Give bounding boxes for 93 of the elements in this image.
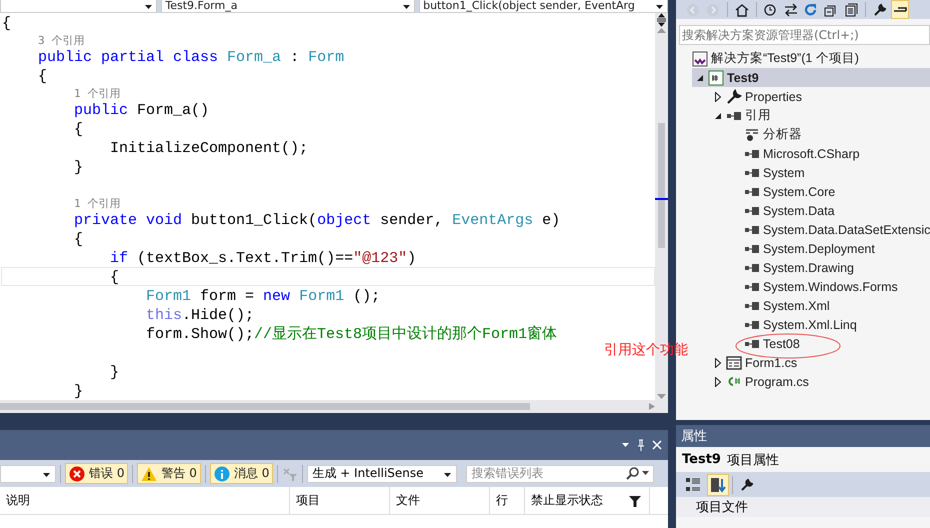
reference-count[interactable]: 1 个引用 bbox=[1, 85, 655, 100]
dropdown-icon[interactable] bbox=[621, 442, 630, 448]
collapse-icon bbox=[824, 2, 838, 16]
panel-title: 属性 bbox=[676, 425, 930, 447]
search-field[interactable]: 搜索解决方案资源管理器(Ctrl+;) bbox=[679, 25, 930, 45]
column-header[interactable]: 项目 bbox=[296, 492, 320, 509]
tree-item[interactable]: Program.cs bbox=[710, 372, 930, 391]
reference-count[interactable]: 3 个引用 bbox=[1, 32, 655, 47]
tree-item[interactable]: Properties bbox=[710, 87, 930, 106]
tree-item[interactable]: System.Drawing bbox=[728, 258, 930, 277]
wrench-icon bbox=[726, 88, 742, 104]
tree-item[interactable]: 解决方案“Test9”(1 个项目) bbox=[676, 49, 930, 68]
tree-item[interactable]: System.Data bbox=[728, 201, 930, 220]
collapsed-arrow-icon[interactable] bbox=[715, 92, 721, 102]
expanded-arrow-icon[interactable] bbox=[696, 74, 704, 82]
caret-icon bbox=[144, 2, 154, 10]
sync-arrows-icon bbox=[784, 2, 798, 16]
code-line: Form1 form = new Form1 (); bbox=[145, 287, 382, 305]
categorized-icon bbox=[685, 476, 701, 492]
object-name: Test9 bbox=[682, 452, 721, 467]
tree-item[interactable]: Test08 bbox=[728, 334, 930, 353]
form-icon bbox=[726, 354, 742, 370]
pages-icon bbox=[844, 2, 858, 16]
tree-item[interactable]: 分析器 bbox=[728, 125, 930, 144]
home-icon bbox=[735, 2, 749, 16]
back-icon bbox=[686, 2, 700, 16]
analyzer-icon bbox=[744, 126, 760, 142]
code-line: } bbox=[109, 363, 120, 381]
tree-item[interactable]: Form1.cs bbox=[710, 353, 930, 372]
code-line: { bbox=[73, 230, 84, 248]
column-header[interactable]: 禁止显示状态 bbox=[531, 492, 603, 509]
tree-item[interactable]: System.Deployment bbox=[728, 239, 930, 258]
tree-item[interactable]: System.Windows.Forms bbox=[728, 277, 930, 296]
tree-item[interactable]: Microsoft.CSharp bbox=[728, 144, 930, 163]
code-line: private void button1_Click(object sender, EventArgs e) bbox=[73, 211, 562, 229]
info-icon bbox=[214, 466, 230, 482]
filter-toggle[interactable]: 警告 0 bbox=[137, 463, 201, 484]
expanded-arrow-icon[interactable] bbox=[714, 112, 722, 120]
tree-item[interactable]: System.Data.DataSetExtensic bbox=[728, 220, 930, 239]
code-line: { bbox=[1, 14, 12, 32]
tree-item[interactable]: Test9 bbox=[692, 68, 930, 87]
tree-item[interactable]: 引用 bbox=[710, 106, 930, 125]
column-header[interactable]: 文件 bbox=[396, 492, 420, 509]
scrollbar-thumb[interactable] bbox=[0, 403, 530, 410]
code-line: } bbox=[73, 382, 84, 400]
caret-icon bbox=[402, 2, 412, 10]
caret-icon bbox=[642, 471, 650, 476]
forward-icon bbox=[706, 2, 720, 16]
code-line: this.Hide(); bbox=[145, 306, 256, 324]
solution-icon bbox=[692, 50, 708, 66]
pin-icon[interactable] bbox=[636, 439, 646, 451]
object-type: 项目属性 bbox=[726, 452, 779, 468]
splitter-icon[interactable] bbox=[655, 13, 668, 27]
code-line: public partial class Form_a : Form bbox=[37, 48, 346, 66]
scrollbar-thumb[interactable] bbox=[658, 123, 665, 248]
navigation-dropdown[interactable]: button1_Click(object sender, EventArg bbox=[419, 0, 668, 13]
code-line: { bbox=[73, 120, 84, 138]
reference-count[interactable]: 1 个引用 bbox=[1, 195, 655, 210]
filter-toggle[interactable]: 消息 0 bbox=[210, 463, 274, 484]
caret-icon bbox=[42, 470, 51, 476]
toolbar-button[interactable] bbox=[891, 0, 909, 19]
search-field[interactable]: 搜索错误列表 bbox=[466, 464, 654, 482]
tree-item[interactable]: System bbox=[728, 163, 930, 182]
warning-icon bbox=[141, 466, 158, 482]
wrench-icon bbox=[873, 2, 887, 16]
sort-icon bbox=[710, 476, 726, 492]
code-line: if (textBox_s.Text.Trim()=="@123") bbox=[109, 249, 418, 267]
code-line: { bbox=[37, 67, 48, 85]
filter-icon[interactable] bbox=[629, 494, 641, 506]
code-line: public Form_a() bbox=[73, 101, 210, 119]
error-icon bbox=[69, 466, 85, 482]
filter-toggle[interactable]: 错误 0 bbox=[65, 463, 128, 484]
column-header[interactable]: 行 bbox=[496, 492, 508, 509]
column-header[interactable]: 说明 bbox=[6, 492, 30, 509]
caret-icon bbox=[443, 470, 452, 476]
close-icon[interactable] bbox=[652, 440, 662, 450]
refresh-icon bbox=[804, 2, 818, 16]
search-icon[interactable] bbox=[626, 467, 640, 480]
code-line: form.Show();//显示在Test8项目中设计的那个Form1窗体 bbox=[145, 324, 558, 343]
tree-item[interactable]: System.Xml.Linq bbox=[728, 315, 930, 334]
wrench-icon bbox=[740, 478, 754, 492]
clock-icon bbox=[764, 2, 778, 16]
navigation-dropdown[interactable]: Test9.Form_a bbox=[161, 0, 416, 13]
tree-item[interactable]: System.Core bbox=[728, 182, 930, 201]
source-dropdown[interactable]: 生成 + IntelliSense bbox=[307, 464, 458, 482]
tree-item[interactable]: System.Xml bbox=[728, 296, 930, 315]
code-line: } bbox=[73, 158, 84, 176]
project-icon bbox=[708, 70, 724, 86]
alphabetical-button[interactable] bbox=[707, 474, 729, 496]
category-header[interactable]: 项目文件 bbox=[676, 497, 930, 517]
caret-icon bbox=[655, 2, 664, 10]
caret-position-marker bbox=[655, 198, 668, 200]
code-line: InitializeComponent(); bbox=[109, 139, 310, 157]
